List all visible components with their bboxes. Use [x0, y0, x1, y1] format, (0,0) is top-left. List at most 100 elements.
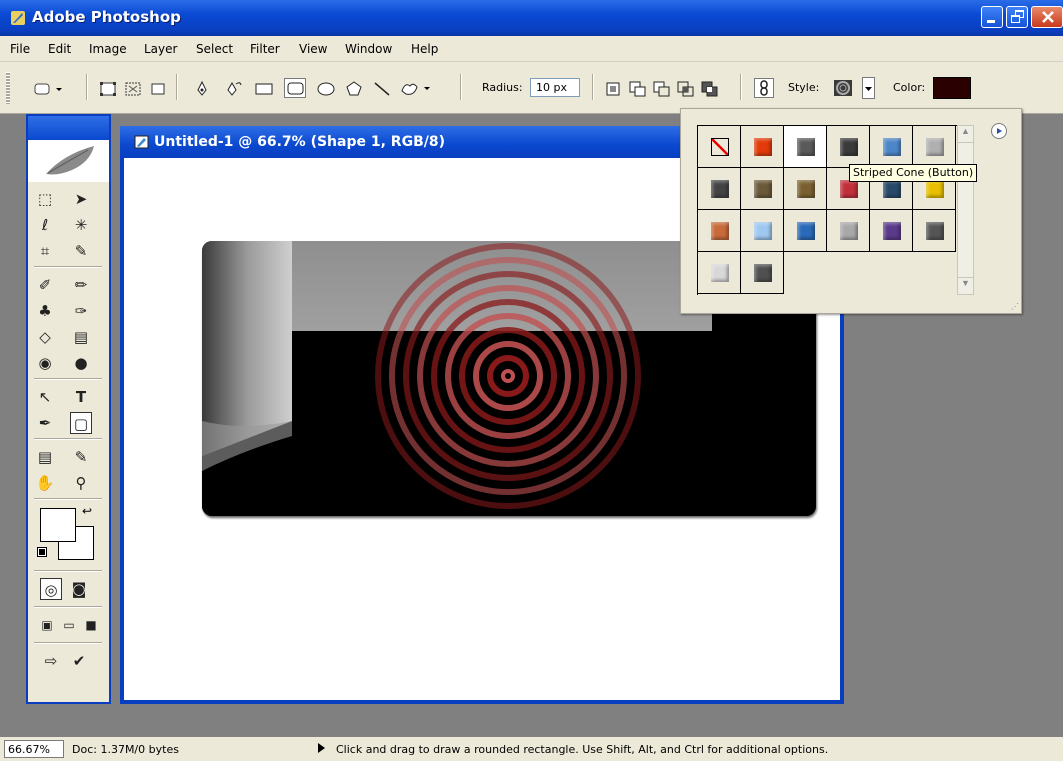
color-swatch[interactable] [933, 77, 971, 99]
ellipse-tool-icon[interactable] [314, 78, 336, 98]
red-glow-style[interactable] [741, 126, 784, 168]
blue-glass-style[interactable] [870, 126, 913, 168]
restore-button[interactable] [1006, 6, 1028, 28]
menu-edit[interactable]: Edit [48, 42, 71, 56]
menu-select[interactable]: Select [196, 42, 233, 56]
magic-wand-tool-icon[interactable]: ✳ [70, 214, 92, 236]
shape-layers-icon[interactable] [96, 78, 118, 98]
fill-pixels-icon[interactable] [146, 78, 168, 98]
standard-screen-mode-icon[interactable]: ▣ [36, 614, 58, 636]
striped-cone-button-style[interactable] [827, 126, 870, 168]
polygon-tool-icon[interactable] [342, 78, 364, 98]
popup-menu-icon[interactable] [991, 123, 1007, 139]
tool-preset-picker[interactable] [32, 78, 62, 98]
quick-mask-mode-icon[interactable]: ◙ [68, 578, 90, 600]
full-screen-mode-icon[interactable]: ■ [80, 614, 102, 636]
menu-image[interactable]: Image [89, 42, 127, 56]
create-new-shape-layer-icon[interactable] [602, 78, 624, 98]
standard-mode-icon[interactable]: ◎ [40, 578, 62, 600]
menu-file[interactable]: File [10, 42, 30, 56]
bronze-style[interactable] [741, 168, 784, 210]
graphite-style[interactable] [741, 252, 784, 294]
black-gradient-style[interactable] [698, 168, 741, 210]
radius-input[interactable]: 10 px [530, 78, 580, 97]
path-selection-tool-icon[interactable]: ↖ [34, 386, 56, 408]
foreground-color-swatch[interactable] [40, 508, 76, 542]
crop-tool-icon[interactable]: ⌗ [34, 240, 56, 262]
clone-stamp-tool-icon[interactable]: ♣ [34, 300, 56, 322]
photoshop-feather-logo[interactable] [28, 140, 109, 182]
jump-to-imageready-icon[interactable]: ⇨ [40, 650, 62, 672]
notes-tool-icon[interactable]: ▤ [34, 446, 56, 468]
brown-gradient-style[interactable] [784, 168, 827, 210]
purple-bevel-style[interactable] [870, 210, 913, 252]
dodge-tool-icon[interactable]: ● [70, 352, 92, 374]
lasso-tool-icon[interactable]: ℓ [34, 214, 56, 236]
menu-help[interactable]: Help [411, 42, 438, 56]
rounded-rectangle-tool-icon[interactable]: ▢ [70, 412, 92, 434]
minimize-button[interactable] [981, 6, 1003, 28]
dark-gray-button-style[interactable] [784, 126, 827, 168]
type-tool-icon[interactable]: T [70, 386, 92, 408]
sunset-style[interactable] [698, 210, 741, 252]
rounded-rectangle-tool-icon[interactable] [284, 78, 306, 98]
menu-filter[interactable]: Filter [250, 42, 280, 56]
red-stripes-style-swatch [840, 180, 858, 198]
none-style[interactable] [698, 126, 741, 168]
toolbox-separator [34, 266, 102, 268]
popup-scrollbar[interactable]: ▲ ▼ [957, 125, 974, 295]
exclude-overlapping-areas-icon[interactable] [698, 78, 720, 98]
freeform-pen-icon[interactable] [222, 78, 244, 98]
light-gray-style[interactable] [913, 126, 956, 168]
paths-icon[interactable] [121, 78, 143, 98]
scroll-up-arrow[interactable]: ▲ [958, 126, 973, 143]
healing-brush-tool-icon[interactable]: ✐ [34, 274, 56, 296]
pen-tool-icon[interactable]: ✒ [34, 412, 56, 434]
move-tool-icon[interactable]: ➤ [70, 188, 92, 210]
pen-tool-icon[interactable] [190, 78, 212, 98]
dark-gray-button-style-swatch [797, 138, 815, 156]
scroll-down-arrow[interactable]: ▼ [958, 277, 973, 294]
default-colors-icon[interactable] [37, 547, 47, 557]
zoom-tool-icon[interactable]: ⚲ [70, 472, 92, 494]
custom-shape-tool-icon[interactable] [398, 78, 434, 98]
add-to-shape-area-icon[interactable] [626, 78, 648, 98]
history-brush-tool-icon[interactable]: ✑ [70, 300, 92, 322]
close-button[interactable] [1031, 6, 1063, 28]
imageready-icon[interactable]: ✔ [68, 650, 90, 672]
brush-tool-icon[interactable]: ✏ [70, 274, 92, 296]
silver-pattern-style[interactable] [827, 210, 870, 252]
subtract-from-shape-area-icon[interactable] [650, 78, 672, 98]
outline-gray-style[interactable] [698, 252, 741, 294]
menu-bar: File Edit Image Layer Select Filter View… [0, 36, 1063, 62]
eraser-tool-icon[interactable]: ◇ [34, 326, 56, 348]
style-swatch[interactable] [827, 77, 861, 99]
rectangle-tool-icon[interactable] [252, 78, 274, 98]
resize-grip-icon[interactable]: ⋰ [1011, 302, 1019, 311]
light-blue-style[interactable] [741, 210, 784, 252]
full-screen-menu-mode-icon[interactable]: ▭ [58, 614, 80, 636]
eyedropper-tool-icon[interactable]: ✎ [70, 446, 92, 468]
charcoal-style[interactable] [913, 210, 956, 252]
radius-label: Radius: [482, 81, 523, 94]
intersect-shape-areas-icon[interactable] [674, 78, 696, 98]
gradient-tool-icon[interactable]: ▤ [70, 326, 92, 348]
horizon-style[interactable] [784, 210, 827, 252]
document-size-info[interactable]: Doc: 1.37M/0 bytes [72, 743, 179, 756]
menu-layer[interactable]: Layer [144, 42, 177, 56]
line-tool-icon[interactable] [370, 78, 392, 98]
app-title-bar[interactable]: Adobe Photoshop [0, 0, 1063, 36]
marquee-tool-icon[interactable]: ⬚ [34, 188, 56, 210]
slice-tool-icon[interactable]: ✎ [70, 240, 92, 262]
status-menu-arrow-icon[interactable] [318, 743, 325, 753]
blur-tool-icon[interactable]: ◉ [34, 352, 56, 374]
menu-window[interactable]: Window [345, 42, 392, 56]
style-dropdown-arrow[interactable] [862, 77, 875, 99]
toolbox-title-bar[interactable] [28, 116, 109, 140]
options-bar-grip[interactable] [6, 72, 10, 104]
menu-view[interactable]: View [299, 42, 327, 56]
hand-tool-icon[interactable]: ✋ [34, 472, 56, 494]
zoom-level-field[interactable]: 66.67% [4, 740, 64, 758]
swap-colors-icon[interactable]: ↩ [82, 504, 92, 518]
link-style-icon[interactable] [754, 78, 774, 98]
